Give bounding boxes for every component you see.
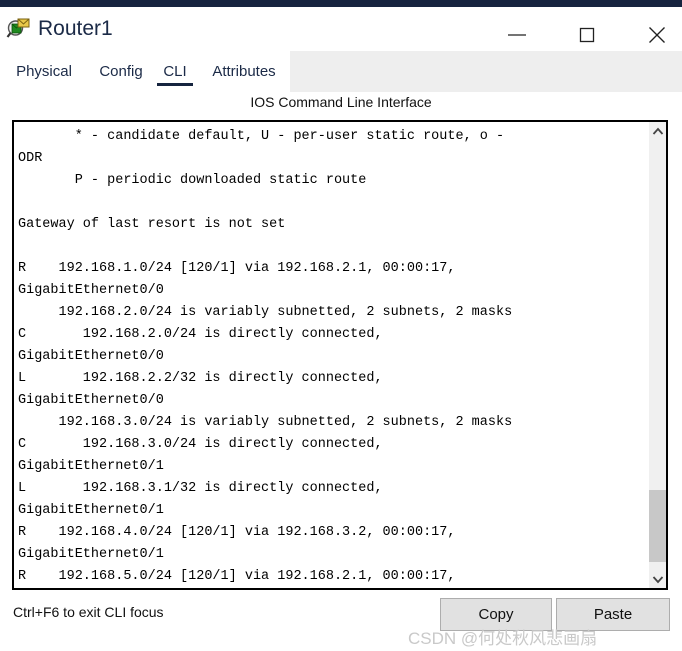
tab-physical[interactable]: Physical bbox=[10, 51, 78, 92]
terminal-line: GigabitEthernet0/1 bbox=[18, 459, 164, 474]
inspect-magnifier-icon bbox=[6, 16, 32, 42]
minimize-icon bbox=[508, 34, 526, 36]
terminal-line: GigabitEthernet0/0 bbox=[18, 283, 164, 298]
cli-status-hint: Ctrl+F6 to exit CLI focus bbox=[13, 604, 164, 620]
tab-bar: Physical Config CLI Attributes bbox=[0, 51, 682, 92]
scrollbar-thumb[interactable] bbox=[649, 490, 666, 562]
terminal-output[interactable]: * - candidate default, U - per-user stat… bbox=[14, 122, 646, 588]
terminal-line: 192.168.2.0/24 is variably subnetted, 2 … bbox=[18, 305, 513, 320]
terminal-line: * - candidate default, U - per-user stat… bbox=[18, 129, 505, 144]
terminal-line: Gateway of last resort is not set bbox=[18, 217, 286, 232]
terminal-line: 192.168.3.0/24 is variably subnetted, 2 … bbox=[18, 415, 513, 430]
tab-attributes-label: Attributes bbox=[212, 63, 276, 80]
scroll-up-button[interactable] bbox=[649, 122, 666, 140]
tab-config[interactable]: Config bbox=[90, 51, 152, 92]
cli-panel-heading: IOS Command Line Interface bbox=[250, 94, 432, 110]
terminal-line: C 192.168.2.0/24 is directly connected, bbox=[18, 327, 383, 342]
tab-config-label: Config bbox=[99, 63, 143, 80]
paste-button-label: Paste bbox=[593, 606, 633, 623]
terminal-line: P - periodic downloaded static route bbox=[18, 173, 367, 188]
window-title: Router1 bbox=[38, 17, 113, 40]
chevron-down-icon bbox=[652, 575, 664, 583]
terminal-line: L 192.168.2.2/32 is directly connected, bbox=[18, 371, 383, 386]
cli-terminal[interactable]: * - candidate default, U - per-user stat… bbox=[12, 120, 668, 590]
terminal-line: C 192.168.3.0/24 is directly connected, bbox=[18, 437, 383, 452]
close-button[interactable] bbox=[634, 14, 680, 56]
copy-button[interactable]: Copy bbox=[440, 598, 552, 631]
maximize-icon bbox=[579, 27, 595, 43]
tab-cli[interactable]: CLI bbox=[157, 51, 194, 92]
tab-attributes[interactable]: Attributes bbox=[204, 51, 284, 92]
terminal-line: R 192.168.4.0/24 [120/1] via 192.168.3.2… bbox=[18, 525, 456, 540]
tab-strip: Physical Config CLI Attributes bbox=[0, 51, 290, 92]
scroll-down-button[interactable] bbox=[649, 570, 666, 588]
tab-physical-label: Physical bbox=[16, 63, 72, 80]
terminal-line: R 192.168.5.0/24 [120/1] via 192.168.2.1… bbox=[18, 569, 456, 584]
maximize-button[interactable] bbox=[564, 14, 610, 56]
terminal-line: GigabitEthernet0/0 bbox=[18, 349, 164, 364]
paste-button[interactable]: Paste bbox=[556, 598, 670, 631]
terminal-line: ODR bbox=[18, 151, 43, 166]
tab-cli-label: CLI bbox=[157, 63, 194, 86]
terminal-line: GigabitEthernet0/1 bbox=[18, 547, 164, 562]
close-icon bbox=[649, 27, 665, 43]
window-accent-strip bbox=[0, 0, 682, 7]
title-bar: Router1 bbox=[0, 7, 682, 51]
terminal-line: L 192.168.3.1/32 is directly connected, bbox=[18, 481, 383, 496]
terminal-line: GigabitEthernet0/0 bbox=[18, 393, 164, 408]
chevron-up-icon bbox=[652, 127, 664, 135]
terminal-scrollbar[interactable] bbox=[648, 122, 666, 588]
terminal-line: GigabitEthernet0/1 bbox=[18, 503, 164, 518]
minimize-button[interactable] bbox=[494, 14, 540, 56]
copy-button-label: Copy bbox=[478, 606, 514, 623]
terminal-line: R 192.168.1.0/24 [120/1] via 192.168.2.1… bbox=[18, 261, 456, 276]
